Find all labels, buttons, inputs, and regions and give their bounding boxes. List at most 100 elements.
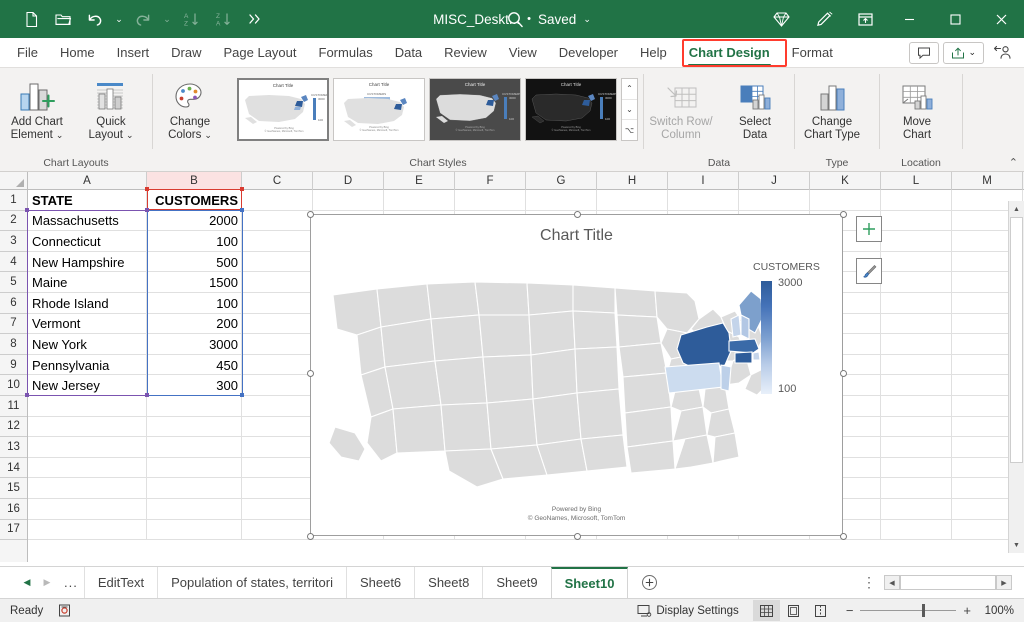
- chart-style-1[interactable]: Chart Title CUSTOMERS 3000 100 Powered b…: [237, 78, 329, 141]
- copilot-icon[interactable]: [760, 0, 802, 38]
- row-header-15[interactable]: 15: [0, 478, 27, 499]
- row-header-2[interactable]: 2: [0, 211, 27, 232]
- grid-cell[interactable]: [881, 520, 952, 541]
- column-header-A[interactable]: A: [28, 172, 147, 190]
- hscroll-left-arrow-icon[interactable]: ◀: [884, 575, 900, 590]
- zoom-slider-track[interactable]: [860, 610, 956, 611]
- move-chart-button[interactable]: Move Chart: [880, 74, 954, 142]
- cell-A3[interactable]: Connecticut: [28, 231, 147, 252]
- display-settings-button[interactable]: Display Settings: [637, 604, 738, 618]
- row-header-1[interactable]: 1: [0, 190, 27, 211]
- cell-A10[interactable]: New Jersey: [28, 375, 147, 396]
- select-all-corner[interactable]: [0, 172, 28, 189]
- change-chart-type-button[interactable]: Change Chart Type: [795, 74, 869, 142]
- grid-cell[interactable]: [242, 272, 313, 293]
- comments-button[interactable]: [909, 42, 939, 64]
- chart-resize-handle-w[interactable]: [307, 370, 314, 377]
- chevron-down-icon[interactable]: ⌄: [204, 131, 212, 140]
- column-header-M[interactable]: M: [952, 172, 1023, 190]
- zoom-out-button[interactable]: −: [846, 603, 854, 618]
- cell-A9[interactable]: Pennsylvania: [28, 355, 147, 376]
- share-caret[interactable]: ⌄: [968, 48, 976, 57]
- open-folder-button[interactable]: [48, 5, 78, 33]
- row-header-11[interactable]: 11: [0, 396, 27, 417]
- grid-cell[interactable]: [881, 252, 952, 273]
- cell-A2[interactable]: Massachusetts: [28, 211, 147, 232]
- grid-cell[interactable]: [242, 417, 313, 438]
- quick-layout-button[interactable]: Quick Layout ⌄: [74, 74, 148, 142]
- grid-cell[interactable]: [242, 499, 313, 520]
- chart-style-3[interactable]: Chart Title CUSTOMERS 3000 100 Powered b…: [429, 78, 521, 141]
- sheet-tab-edittext[interactable]: EditText: [84, 567, 157, 599]
- undo-dropdown-caret[interactable]: ⌄: [112, 5, 126, 33]
- column-header-K[interactable]: K: [810, 172, 881, 190]
- tab-format[interactable]: Format: [781, 38, 844, 67]
- document-name[interactable]: MISC_Deskt...: [433, 12, 520, 27]
- chart-resize-handle-ne[interactable]: [840, 211, 847, 218]
- cell-A6[interactable]: Rhode Island: [28, 293, 147, 314]
- selection-handle[interactable]: [240, 187, 244, 191]
- page-layout-view-button[interactable]: [780, 600, 807, 621]
- selection-handle[interactable]: [240, 393, 244, 397]
- grid-cell[interactable]: [242, 190, 313, 211]
- grid-cell[interactable]: [597, 190, 668, 211]
- zoom-in-button[interactable]: +: [963, 603, 971, 618]
- tab-draw[interactable]: Draw: [160, 38, 212, 67]
- tab-chart-design[interactable]: Chart Design: [678, 38, 781, 67]
- cell-B9[interactable]: 450: [147, 355, 242, 376]
- tab-page-layout[interactable]: Page Layout: [213, 38, 308, 67]
- chart-title[interactable]: Chart Title: [311, 227, 842, 245]
- sheet-tab-sheet10[interactable]: Sheet10: [551, 567, 629, 599]
- grid-cell[interactable]: [147, 478, 242, 499]
- row-header-9[interactable]: 9: [0, 355, 27, 376]
- grid-cell[interactable]: [881, 478, 952, 499]
- tab-formulas[interactable]: Formulas: [308, 38, 384, 67]
- cell-B4[interactable]: 500: [147, 252, 242, 273]
- grid-cell[interactable]: [242, 293, 313, 314]
- cell-A5[interactable]: Maine: [28, 272, 147, 293]
- chevron-down-icon[interactable]: ⌄: [126, 131, 134, 140]
- grid-cell[interactable]: [242, 375, 313, 396]
- row-header-3[interactable]: 3: [0, 231, 27, 252]
- grid-cell[interactable]: [28, 499, 147, 520]
- sheet-nav-more[interactable]: ...: [58, 575, 84, 590]
- grid-cell[interactable]: [881, 375, 952, 396]
- grid-cell[interactable]: [455, 190, 526, 211]
- selection-handle[interactable]: [240, 208, 244, 212]
- collapse-ribbon-button[interactable]: ⌃: [1009, 156, 1018, 169]
- grid-cell[interactable]: [881, 314, 952, 335]
- tab-file[interactable]: File: [6, 38, 49, 67]
- grid-cell[interactable]: [881, 458, 952, 479]
- change-colors-button[interactable]: Change Colors ⌄: [153, 74, 227, 142]
- chart-style-2[interactable]: Chart Title CUSTOMERS Powered by Bing © …: [333, 78, 425, 141]
- row-header-10[interactable]: 10: [0, 375, 27, 396]
- tab-insert[interactable]: Insert: [106, 38, 161, 67]
- chart-style-4[interactable]: Chart Title CUSTOMERS 3000 100 Powered b…: [525, 78, 617, 141]
- selection-handle[interactable]: [145, 187, 149, 191]
- grid-cell[interactable]: [242, 458, 313, 479]
- present-person-icon[interactable]: [988, 40, 1016, 66]
- grid-cell[interactable]: [147, 437, 242, 458]
- sheet-nav-next-icon[interactable]: ▶: [38, 577, 56, 588]
- grid-cell[interactable]: [147, 520, 242, 541]
- row-header-12[interactable]: 12: [0, 417, 27, 438]
- grid-cell[interactable]: [881, 396, 952, 417]
- grid-cell[interactable]: [242, 314, 313, 335]
- grid-cell[interactable]: [881, 355, 952, 376]
- vertical-scrollbar[interactable]: ▲ ▼: [1008, 201, 1024, 553]
- grid-cell[interactable]: [28, 520, 147, 541]
- column-header-D[interactable]: D: [313, 172, 384, 190]
- cell-A4[interactable]: New Hampshire: [28, 252, 147, 273]
- page-break-preview-button[interactable]: [807, 600, 834, 621]
- grid-cell[interactable]: [881, 293, 952, 314]
- column-header-L[interactable]: L: [881, 172, 952, 190]
- tab-developer[interactable]: Developer: [548, 38, 629, 67]
- cell-B7[interactable]: 200: [147, 314, 242, 335]
- grid-cell[interactable]: [881, 211, 952, 232]
- grid-cell[interactable]: [881, 190, 952, 211]
- grid-cell[interactable]: [242, 520, 313, 541]
- cell-B1[interactable]: CUSTOMERS: [147, 190, 242, 211]
- grid-cell[interactable]: [28, 458, 147, 479]
- sheet-tab-sheet9[interactable]: Sheet9: [482, 567, 550, 599]
- maximize-button[interactable]: [932, 0, 978, 38]
